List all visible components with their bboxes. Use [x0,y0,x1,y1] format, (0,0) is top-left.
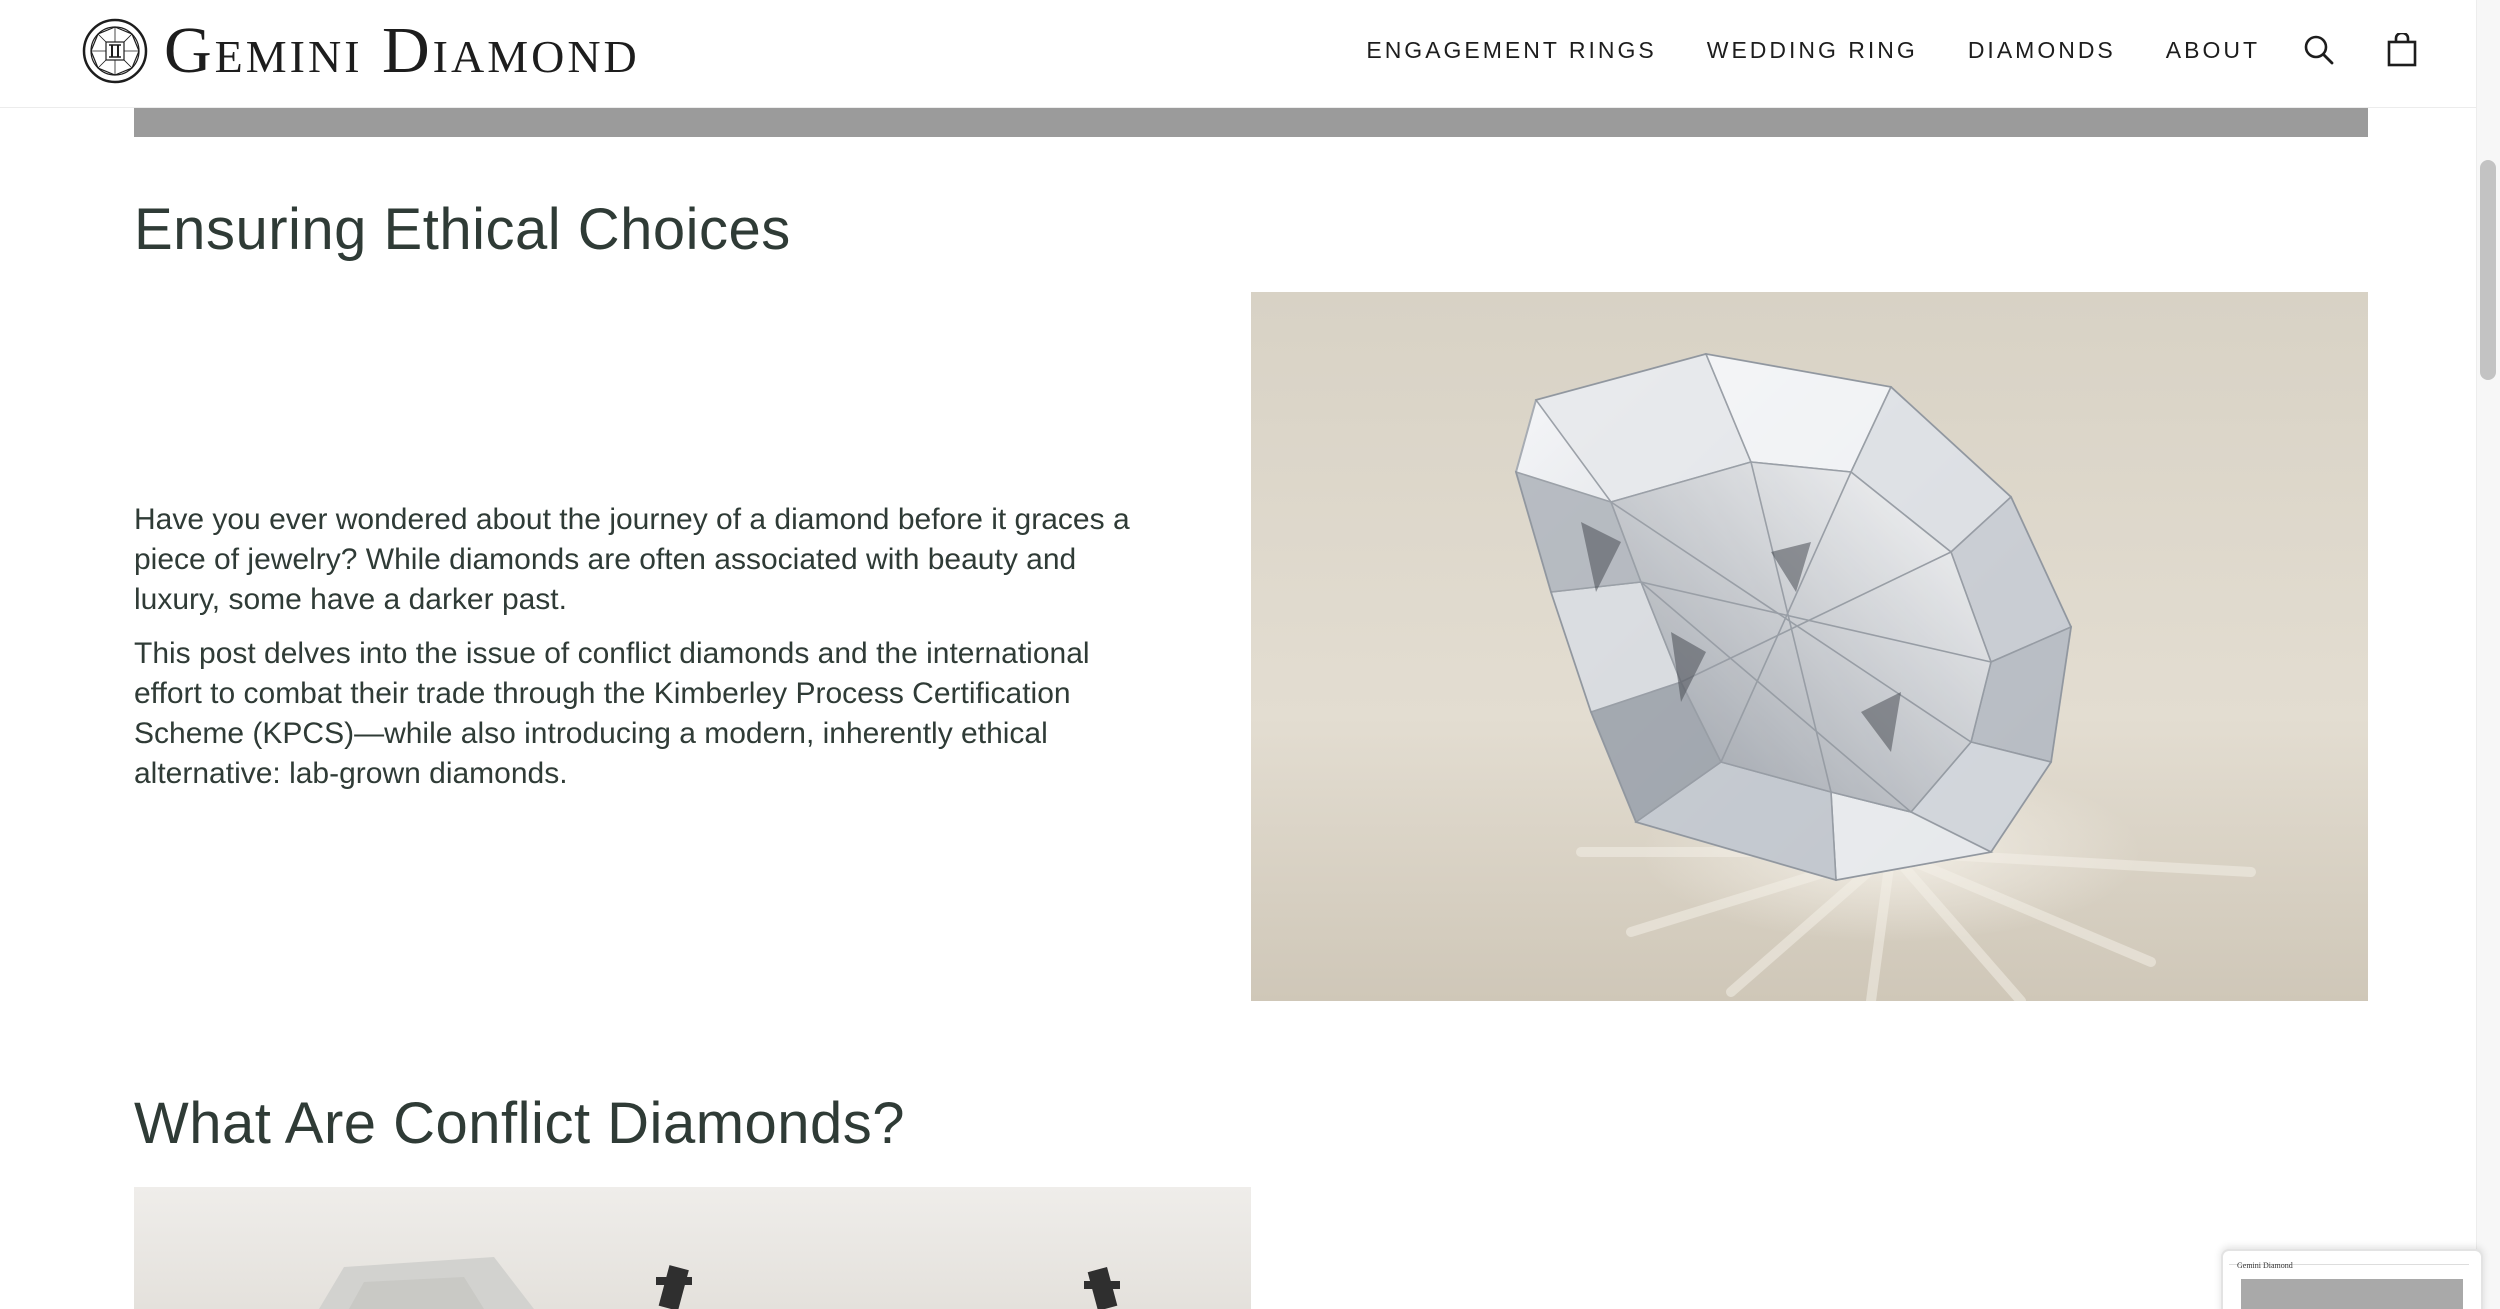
logo-text: Gemini Diamond [164,14,640,87]
preview-logo-text: Gemini Diamond [2237,1261,2293,1270]
site-header: Gemini Diamond ENGAGEMENT RINGS WEDDING … [0,0,2476,108]
rough-diamond-image [134,1187,1251,1309]
search-button[interactable] [2300,30,2338,70]
main-nav: ENGAGEMENT RINGS WEDDING RING DIAMONDS A… [1366,36,2260,64]
nav-diamonds[interactable]: DIAMONDS [1968,36,2116,64]
page-preview-thumbnail[interactable]: Gemini Diamond [2221,1249,2483,1309]
scrollbar-thumb[interactable] [2480,160,2496,380]
preview-header: Gemini Diamond [2229,1257,2469,1270]
nav-wedding-ring[interactable]: WEDDING RING [1707,36,1918,64]
intro-paragraph-1: Have you ever wondered about the journey… [134,503,1130,616]
intro-paragraph-2: This post delves into the issue of confl… [134,637,1090,790]
intro-text: Have you ever wondered about the journey… [134,500,1154,808]
shopping-bag-icon [2387,33,2417,67]
page: Gemini Diamond ENGAGEMENT RINGS WEDDING … [0,0,2500,1309]
nav-about[interactable]: ABOUT [2166,36,2260,64]
logo-link[interactable]: Gemini Diamond [82,18,640,84]
heading-ensuring-ethical-choices: Ensuring Ethical Choices [134,197,791,262]
cart-button[interactable] [2383,30,2421,70]
preview-image [2241,1279,2463,1309]
diamond-image [1251,292,2368,1001]
hero-image-bottom [134,108,2368,137]
diamond-logo-icon [82,18,148,84]
heading-what-are-conflict-diamonds: What Are Conflict Diamonds? [134,1091,906,1156]
search-icon [2304,35,2334,65]
nav-engagement-rings[interactable]: ENGAGEMENT RINGS [1366,36,1656,64]
